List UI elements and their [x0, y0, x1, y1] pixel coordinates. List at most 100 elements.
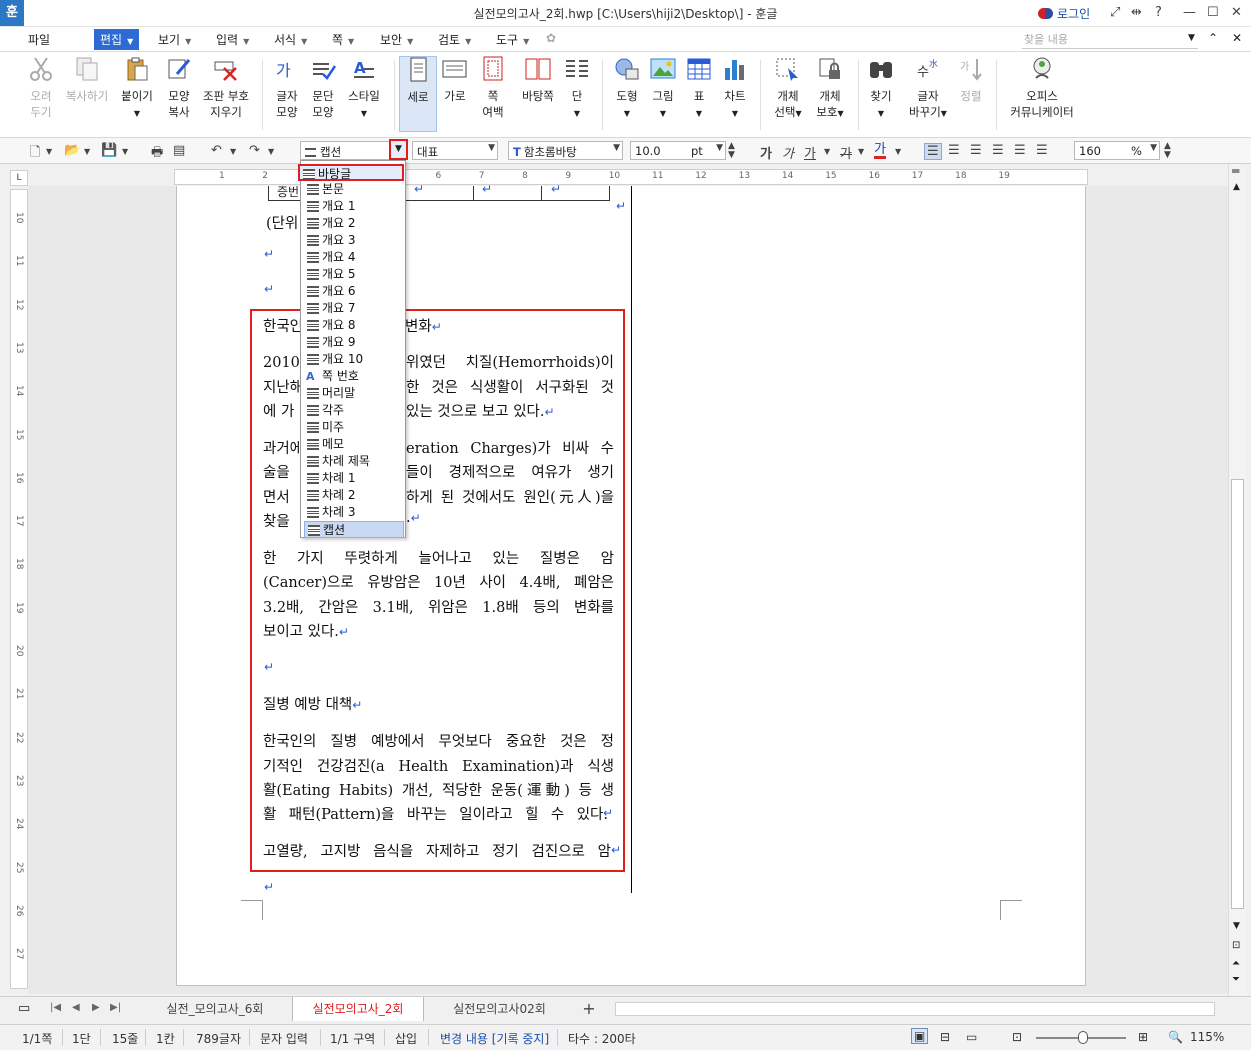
text-line[interactable]: 한 가지 뚜렷하게 늘어나고 있는 질병은 암 — [263, 547, 614, 568]
menu-file[interactable]: 파일 — [28, 31, 50, 48]
chart-button[interactable]: 차트 ▼ — [720, 56, 750, 122]
style-list-item[interactable]: 개요 8 — [304, 317, 404, 334]
preview-icon[interactable]: ▤ — [173, 143, 185, 158]
bold-button[interactable]: 가 — [760, 143, 772, 162]
style-select[interactable]: 캡션 — [300, 141, 390, 160]
menu-insert[interactable]: 입력 ▼ — [216, 31, 249, 48]
status-track-changes[interactable]: 변경 내용 [기록 중지] — [440, 1030, 549, 1047]
spin-down-icon[interactable]: ▼ — [1164, 150, 1171, 160]
table-button[interactable]: 표 ▼ — [685, 56, 713, 122]
style-list-item[interactable]: 차례 제목 — [304, 453, 404, 470]
status-page[interactable]: 1/1쪽 — [22, 1030, 52, 1047]
open-folder-icon[interactable]: 📂 — [64, 143, 80, 158]
help-icon[interactable]: ? — [1155, 5, 1162, 20]
menu-security[interactable]: 보안 ▼ — [380, 31, 413, 48]
replace-button[interactable]: 수水 글자 바꾸기▼ — [906, 56, 950, 122]
format-copy-button[interactable]: 모양 복사 — [162, 56, 196, 120]
menu-page[interactable]: 쪽 ▼ — [332, 31, 354, 48]
status-insert[interactable]: 삽입 — [395, 1030, 417, 1047]
cut-button[interactable]: 오려 두기 — [26, 56, 56, 120]
menu-tools[interactable]: 도구 ▼ — [496, 31, 529, 48]
collapse-icon[interactable]: ═ — [1232, 164, 1239, 178]
zoom-in-icon[interactable]: ⊞ — [1138, 1030, 1148, 1044]
align-distribute-icon[interactable]: ☰ — [1014, 143, 1026, 158]
font-select[interactable]: T 함초롬바탕 ▼ — [508, 141, 623, 160]
extra-icon[interactable]: ✿ — [546, 31, 556, 45]
sort-button[interactable]: 가 정렬 — [956, 56, 986, 104]
font-size-input[interactable]: 10.0 pt ▼ — [630, 141, 726, 160]
memo-icon[interactable]: ▭ — [18, 1001, 30, 1016]
scroll-up-icon[interactable]: ▲ — [1233, 182, 1240, 192]
text-run[interactable]: 에 가 — [263, 400, 294, 421]
split-icon[interactable]: ⇹ — [1131, 5, 1142, 20]
text-run[interactable]: 술을 — [263, 461, 290, 482]
normal-view-icon[interactable]: ▣ — [911, 1028, 929, 1044]
style-list-item[interactable]: 개요 4 — [304, 249, 404, 266]
unit-line[interactable]: (단위 — [266, 212, 298, 233]
text-run[interactable]: 한 것은 식생활이 서구화된 것 — [406, 376, 614, 397]
redo-icon[interactable]: ↷ — [249, 143, 260, 158]
text-run[interactable]: 면서 — [263, 486, 290, 507]
page-margin-button[interactable]: 쪽 여백 — [478, 56, 508, 120]
clear-layout-button[interactable]: 조판 부호 지우기 — [200, 56, 252, 120]
vertical-ruler[interactable]: 10 11 12 13 14 15 16 17 18 19 20 21 22 23 24 25 26 27 — [10, 189, 28, 989]
chevron-down-icon[interactable]: ▼ — [268, 147, 274, 156]
portrait-button[interactable]: 세로 — [399, 56, 437, 132]
maximize-icon[interactable]: ☐ — [1207, 5, 1219, 20]
object-select-button[interactable]: 개체 선택▼ — [770, 56, 806, 122]
columns-button[interactable]: 단 ▼ — [562, 56, 592, 122]
text-line[interactable]: 고열량, 고지방 음식을 자제하고 정기 검진으로 암 — [263, 840, 611, 861]
language-select[interactable]: 대표 ▼ — [412, 141, 498, 160]
chevron-down-icon[interactable]: ▼ — [122, 147, 128, 156]
style-list-item[interactable]: 개요 6 — [304, 283, 404, 300]
first-tab-icon[interactable]: |◀ — [50, 1002, 61, 1013]
find-button[interactable]: 찾기 ▼ — [866, 56, 896, 122]
doc-tab-active[interactable]: 실전모의고사_2회 — [292, 997, 424, 1021]
text-run[interactable]: .↵ — [406, 510, 421, 526]
search-dropdown-icon[interactable]: ▼ — [1188, 33, 1195, 43]
text-line[interactable]: (Cancer)으로 유방암은 10년 사이 4.4배, 폐암은 — [263, 571, 614, 592]
fullscreen-icon[interactable]: ⤢ — [1110, 5, 1120, 20]
chevron-down-icon[interactable]: ▼ — [46, 147, 52, 156]
style-list-item[interactable]: 개요 10 — [304, 351, 404, 368]
login-link[interactable]: 로그인 — [1038, 5, 1090, 22]
doc-tab[interactable]: 실전_모의고사_6회 — [150, 997, 280, 1021]
align-split-icon[interactable]: ☰ — [1036, 143, 1048, 158]
style-list-item[interactable]: 차례 3 — [304, 504, 404, 521]
office-communicator-button[interactable]: 오피스 커뮤니케이터 — [1006, 56, 1078, 120]
doc-tab[interactable]: 실전모의고사02회 — [432, 997, 567, 1021]
italic-button[interactable]: 가 — [782, 143, 794, 162]
vertical-scrollbar[interactable]: ═ ▲ ▼ ⊡ ⏶ ⏷ — [1228, 164, 1246, 1020]
landscape-button[interactable]: 가로 — [440, 56, 470, 104]
text-run[interactable]: 지난해 — [263, 376, 303, 397]
text-line[interactable]: 한국인의 질병 예방에서 무엇보다 중요한 것은 정 — [263, 730, 614, 751]
next-page-arrow-icon[interactable]: ⏷ — [1232, 974, 1240, 985]
master-page-button[interactable]: 바탕쪽 — [518, 56, 558, 104]
text-run[interactable]: 과거에 — [263, 437, 303, 458]
style-list-item[interactable]: 머리말 — [304, 385, 404, 402]
menu-review[interactable]: 검토 ▼ — [438, 31, 471, 48]
style-list-item[interactable]: 개요 3 — [304, 232, 404, 249]
char-shape-button[interactable]: 가 글자 모양 — [270, 56, 304, 120]
text-run[interactable]: 위였던 치질(Hemorrhoids)이 — [406, 351, 614, 372]
style-list-item[interactable]: A 쪽 번호 — [304, 368, 404, 385]
minimize-icon[interactable]: — — [1183, 5, 1196, 20]
align-right-icon[interactable]: ☰ — [992, 143, 1004, 158]
text-line[interactable]: 활 패턴(Pattern)을 바꾸는 일이라고 힐 수 있다. — [263, 803, 608, 824]
style-list-item[interactable]: 각주 — [304, 402, 404, 419]
text-line[interactable]: 3.2배, 간암은 3.1배, 위암은 1.8배 등의 변화를 — [263, 596, 614, 617]
status-zoom[interactable]: 115% — [1190, 1030, 1224, 1044]
style-list-item[interactable]: 개요 7 — [304, 300, 404, 317]
spin-down-icon[interactable]: ▼ — [728, 150, 735, 160]
text-line[interactable]: 보이고 있다.↵ — [263, 620, 349, 641]
last-tab-icon[interactable]: ▶| — [110, 1002, 121, 1013]
strike-button[interactable]: 가 — [840, 143, 852, 162]
font-color-button[interactable]: 가 — [874, 143, 886, 159]
zoom-input[interactable]: 160% ▼ — [1074, 141, 1160, 160]
style-button[interactable]: A 스타일 ▼ — [344, 56, 384, 122]
chevron-down-icon[interactable]: ▼ — [895, 147, 901, 156]
shape-button[interactable]: 도형 ▼ — [610, 56, 644, 122]
prev-tab-icon[interactable]: ◀ — [72, 1002, 80, 1013]
search-input[interactable]: 찾을 내용 — [1022, 31, 1198, 49]
menu-format[interactable]: 서식 ▼ — [274, 31, 307, 48]
